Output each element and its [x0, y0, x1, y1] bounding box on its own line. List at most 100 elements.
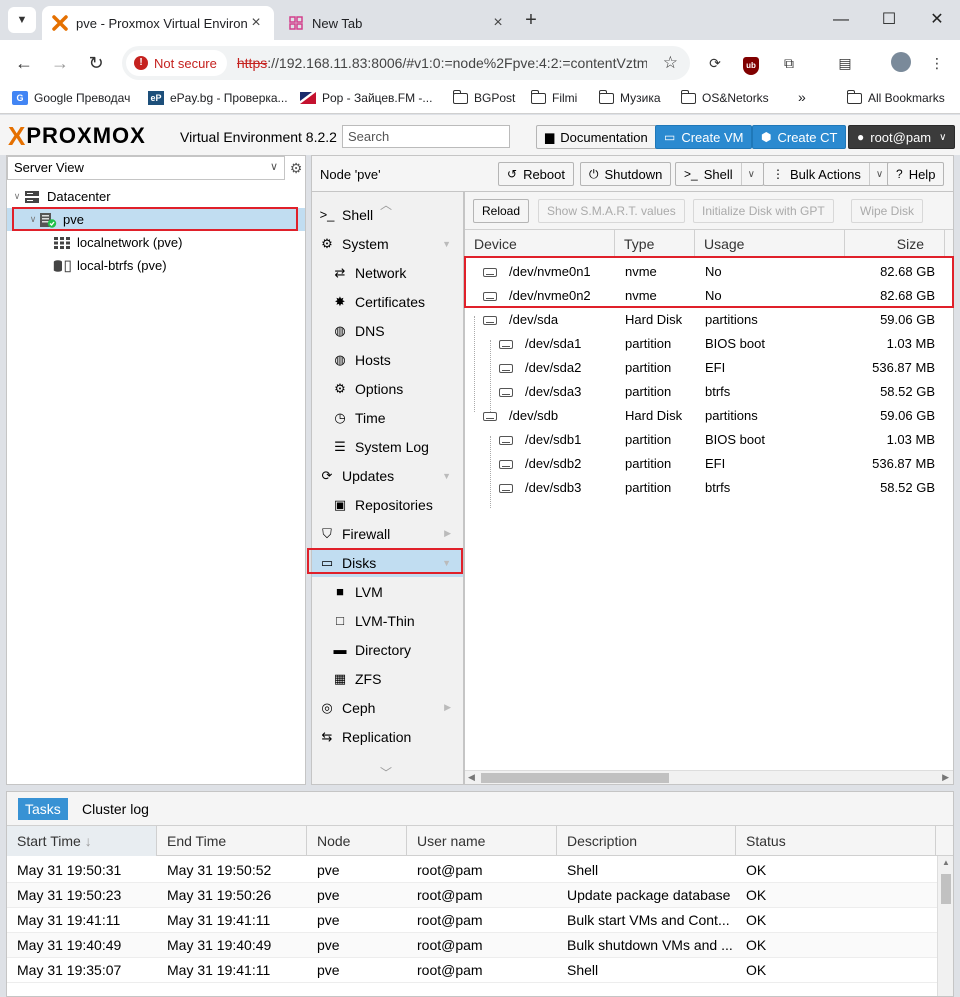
- chevron-down-icon[interactable]: ∨: [740, 163, 755, 185]
- menu-item-network[interactable]: ⇄ Network: [312, 258, 463, 287]
- wipe-disk-button[interactable]: Wipe Disk: [851, 199, 924, 223]
- extension-sync-icon[interactable]: ⟳: [704, 52, 726, 74]
- bookmark-epay[interactable]: eP ePay.bg - Проверка...: [148, 91, 288, 105]
- menu-item-system[interactable]: ⚙ System ▼: [312, 229, 463, 258]
- address-bar[interactable]: ! Not secure https://192.168.11.83:8006/…: [122, 46, 690, 80]
- horizontal-scrollbar[interactable]: ◀ ▶: [465, 770, 953, 784]
- bookmark-google-translate[interactable]: G Google Преводач: [12, 91, 130, 105]
- url-text[interactable]: https://192.168.11.83:8006/#v1:0:=node%2…: [237, 55, 647, 71]
- tree-item-pve[interactable]: ∨ pve: [7, 208, 305, 231]
- show-smart-button[interactable]: Show S.M.A.R.T. values: [538, 199, 685, 223]
- task-row[interactable]: May 31 19:50:31 May 31 19:50:52 pve root@pa…: [7, 858, 937, 883]
- scrollbar-thumb[interactable]: [941, 874, 951, 904]
- menu-item-time[interactable]: ◷ Time: [312, 403, 463, 432]
- browser-tab-newtab[interactable]: New Tab ×: [278, 6, 516, 40]
- expand-down-icon[interactable]: ▼: [442, 471, 451, 481]
- menu-scroll-down-icon[interactable]: ﹀: [380, 764, 392, 781]
- disk-row[interactable]: /dev/sda1 partition BIOS boot 1.03 MB: [465, 332, 953, 356]
- column-description[interactable]: Description: [557, 826, 736, 856]
- disk-row[interactable]: /dev/sdb Hard Disk partitions 59.06 GB: [465, 404, 953, 428]
- task-row[interactable]: May 31 19:50:23 May 31 19:50:26 pve root@pa…: [7, 883, 937, 908]
- disk-row[interactable]: /dev/sda3 partition btrfs 58.52 GB: [465, 380, 953, 404]
- all-bookmarks[interactable]: All Bookmarks: [846, 89, 945, 105]
- menu-item-disks[interactable]: ▭ Disks ▼: [312, 548, 463, 577]
- disk-row[interactable]: /dev/sdb3 partition btrfs 58.52 GB: [465, 476, 953, 500]
- tab-close-icon[interactable]: ×: [490, 14, 506, 32]
- disk-row[interactable]: /dev/nvme0n1 nvme No 82.68 GB: [465, 260, 953, 284]
- tree-item-localnetwork[interactable]: localnetwork (pve): [7, 231, 305, 254]
- chevron-down-icon[interactable]: ∨: [868, 163, 883, 185]
- menu-item-zfs[interactable]: ▦ ZFS: [312, 664, 463, 693]
- shutdown-button[interactable]: ⏻ Shutdown: [580, 162, 672, 186]
- bookmark-os-networks[interactable]: OS&Netorks: [680, 89, 769, 105]
- tab-search-button[interactable]: ▼: [8, 7, 36, 33]
- menu-item-dns[interactable]: ◍ DNS: [312, 316, 463, 345]
- tree-item-local-btrfs[interactable]: local-btrfs (pve): [7, 254, 305, 277]
- maximize-button[interactable]: ☐: [874, 8, 904, 32]
- tab-close-icon[interactable]: ×: [248, 14, 264, 32]
- shell-button[interactable]: >_ Shell ∨: [675, 162, 764, 186]
- extensions-puzzle-icon[interactable]: ⧉: [778, 52, 800, 74]
- column-usage[interactable]: Usage: [695, 230, 845, 258]
- menu-item-ceph[interactable]: ◎ Ceph ▶: [312, 693, 463, 722]
- disk-row[interactable]: /dev/sda2 partition EFI 536.87 MB: [465, 356, 953, 380]
- disk-row[interactable]: /dev/nvme0n2 nvme No 82.68 GB: [465, 284, 953, 308]
- help-button[interactable]: ? Help: [887, 162, 945, 186]
- reload-page-button[interactable]: ↻: [84, 51, 108, 75]
- reboot-button[interactable]: ↺ Reboot: [498, 162, 574, 186]
- menu-item-hosts[interactable]: ◍ Hosts: [312, 345, 463, 374]
- reload-button[interactable]: Reload: [473, 199, 530, 223]
- menu-item-options[interactable]: ⚙ Options: [312, 374, 463, 403]
- create-ct-button[interactable]: ⬢ Create CT: [752, 125, 847, 149]
- tasks-vertical-scrollbar[interactable]: ▲: [937, 856, 953, 996]
- more-bookmarks-button[interactable]: »: [798, 89, 806, 105]
- bookmark-pop-fm[interactable]: Pop - Зайцев.FM -...: [300, 91, 432, 105]
- menu-item-repositories[interactable]: ▣ Repositories: [312, 490, 463, 519]
- menu-item-directory[interactable]: ▬ Directory: [312, 635, 463, 664]
- tree-settings-gear-icon[interactable]: ⚙: [287, 157, 305, 179]
- column-start-time[interactable]: Start Time ↓: [7, 826, 157, 856]
- tree-item-datacenter[interactable]: ∨ Datacenter: [7, 185, 305, 208]
- scrollbar-thumb[interactable]: [481, 773, 669, 783]
- menu-item-replication[interactable]: ⇆ Replication: [312, 722, 463, 751]
- disk-row[interactable]: /dev/sda Hard Disk partitions 59.06 GB: [465, 308, 953, 332]
- column-end-time[interactable]: End Time: [157, 826, 307, 856]
- column-size[interactable]: Size: [845, 230, 945, 258]
- scroll-left-icon[interactable]: ◀: [468, 772, 475, 783]
- column-device[interactable]: Device: [465, 230, 615, 258]
- scroll-up-icon[interactable]: ▲: [942, 858, 950, 867]
- back-button[interactable]: ←: [12, 51, 36, 75]
- column-status[interactable]: Status: [736, 826, 936, 856]
- menu-item-lvm-thin[interactable]: □ LVM-Thin: [312, 606, 463, 635]
- menu-item-updates[interactable]: ⟳ Updates ▼: [312, 461, 463, 490]
- bookmark-bgpost[interactable]: BGPost: [452, 89, 515, 105]
- expand-right-icon[interactable]: ▶: [444, 528, 451, 539]
- column-node[interactable]: Node: [307, 826, 407, 856]
- task-row[interactable]: May 31 19:35:07 May 31 19:41:11 pve root@pa…: [7, 958, 937, 983]
- side-panel-icon[interactable]: ▤: [834, 52, 856, 74]
- browser-tab-proxmox[interactable]: pve - Proxmox Virtual Environm ×: [42, 6, 274, 40]
- ublock-icon[interactable]: ub: [740, 52, 762, 75]
- column-user-name[interactable]: User name: [407, 826, 557, 856]
- bulk-actions-button[interactable]: ⋮ Bulk Actions ∨: [763, 162, 893, 186]
- new-tab-button[interactable]: +: [520, 10, 542, 32]
- bookmark-filmi[interactable]: Filmi: [530, 89, 577, 105]
- menu-item-shell[interactable]: >_ Shell: [312, 200, 463, 229]
- initialize-gpt-button[interactable]: Initialize Disk with GPT: [693, 199, 834, 223]
- profile-avatar[interactable]: [890, 52, 912, 74]
- menu-item-certificates[interactable]: ✸ Certificates: [312, 287, 463, 316]
- tab-cluster-log[interactable]: Cluster log: [75, 798, 156, 820]
- close-window-button[interactable]: ✕: [922, 8, 952, 32]
- documentation-button[interactable]: ▆ Documentation: [536, 125, 657, 149]
- create-vm-button[interactable]: ▭ Create VM: [655, 125, 753, 149]
- expand-right-icon[interactable]: ▶: [444, 702, 451, 713]
- expand-down-icon[interactable]: ▼: [442, 558, 451, 568]
- user-menu-button[interactable]: ● root@pam ∨: [848, 125, 956, 149]
- menu-item-lvm[interactable]: ■ LVM: [312, 577, 463, 606]
- forward-button[interactable]: →: [48, 51, 72, 75]
- disk-row[interactable]: /dev/sdb1 partition BIOS boot 1.03 MB: [465, 428, 953, 452]
- disk-row[interactable]: /dev/sdb2 partition EFI 536.87 MB: [465, 452, 953, 476]
- column-type[interactable]: Type: [615, 230, 695, 258]
- minimize-button[interactable]: —: [826, 8, 856, 32]
- task-row[interactable]: May 31 19:41:11 May 31 19:41:11 pve root@pa…: [7, 908, 937, 933]
